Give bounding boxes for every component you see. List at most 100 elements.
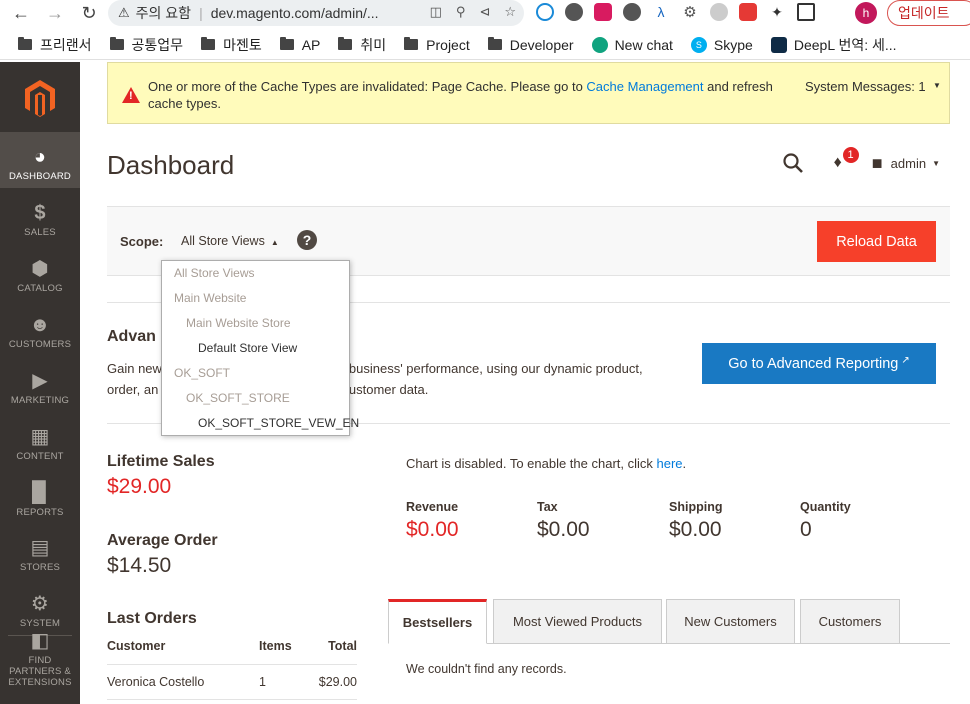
reload-icon[interactable]: ↻	[76, 0, 102, 26]
megaphone-icon: ▶	[32, 370, 48, 392]
sidebar-item-reports[interactable]: ▉ REPORTS	[0, 468, 80, 524]
cache-management-link[interactable]: Cache Management	[586, 79, 703, 94]
page-title: Dashboard	[107, 150, 235, 180]
dashboard-icon: ◕	[33, 146, 47, 168]
scope-option[interactable]: OK_SOFT_STORE_VEW_EN	[198, 416, 359, 430]
folder-icon	[109, 37, 124, 50]
extension-7-icon[interactable]	[710, 3, 728, 21]
back-arrow-icon[interactable]: ←	[8, 0, 34, 26]
average-order-value: $14.50	[107, 554, 172, 577]
zoom-icon[interactable]: ⚲	[456, 4, 466, 20]
skype-icon: S	[690, 36, 707, 53]
scope-option[interactable]: OK_SOFT_STORE	[186, 391, 290, 405]
scope-option[interactable]: Default Store View	[198, 341, 297, 355]
warning-icon: !	[122, 87, 140, 103]
bookmark-folder[interactable]: 프리랜서	[18, 35, 92, 55]
extensions-icon: ◧	[30, 630, 50, 652]
folder-icon	[404, 37, 419, 50]
lifetime-sales-label: Lifetime Sales	[107, 453, 215, 470]
tab-new-customers[interactable]: New Customers	[666, 599, 795, 644]
tab-bestsellers[interactable]: Bestsellers	[388, 599, 487, 644]
table-row[interactable]: Veronica Costello 1 $29.00	[107, 664, 357, 700]
forward-arrow-icon[interactable]: →	[42, 0, 68, 26]
profile-avatar[interactable]: h	[855, 2, 877, 24]
notifications-button[interactable]: ♦ 1	[833, 146, 860, 172]
average-order-label: Average Order	[107, 532, 218, 549]
last-orders-title: Last Orders	[107, 610, 197, 627]
advanced-reporting-button[interactable]: Go to Advanced Reporting ↗	[702, 343, 936, 384]
tax-total: Tax $0.00	[537, 500, 590, 541]
bookmark-star-icon[interactable]: ☆	[504, 4, 516, 20]
revenue-total: Revenue $0.00	[406, 500, 459, 541]
sidebar-item-customers[interactable]: ☻ CUSTOMERS	[0, 300, 80, 356]
main-content: ! One or more of the Cache Types are inv…	[80, 62, 970, 704]
folder-icon	[338, 37, 353, 50]
chevron-up-icon: ▲	[270, 238, 279, 247]
scope-option[interactable]: OK_SOFT	[174, 366, 230, 380]
enable-chart-link[interactable]: here	[657, 456, 683, 471]
extension-2-icon[interactable]	[565, 3, 583, 21]
address-bar[interactable]: ⚠ 주의 요함 | dev.magento.com/admin/... ◫ ⚲ …	[108, 0, 524, 26]
bookmark-folder[interactable]: Developer	[487, 37, 574, 53]
sidebar-item-catalog[interactable]: ⬢ CATALOG	[0, 244, 80, 300]
bookmark-link[interactable]: New chat	[591, 36, 673, 53]
sidebar-item-marketing[interactable]: ▶ MARKETING	[0, 356, 80, 412]
bookmark-folder[interactable]: 공통업무	[109, 35, 183, 55]
bell-icon: ♦	[833, 154, 842, 171]
admin-sidebar: ◕ DASHBOARD $ SALES ⬢ CATALOG ☻ CUSTOMER…	[0, 62, 80, 704]
store-icon: ▤	[30, 537, 50, 559]
bookmark-folder[interactable]: 마젠토	[201, 35, 262, 55]
update-button[interactable]: 업데이트	[887, 0, 970, 26]
scope-option[interactable]: Main Website Store	[186, 316, 291, 330]
sidebar-item-system[interactable]: ⚙ SYSTEM	[0, 579, 80, 635]
advanced-reporting-title: Advan	[107, 328, 156, 345]
folder-icon	[487, 37, 502, 50]
sidebar-item-find-partners[interactable]: ◧ FIND PARTNERS & EXTENSIONS	[0, 631, 80, 692]
puzzle-icon[interactable]: ✦	[768, 3, 786, 21]
gear-icon: ⚙	[30, 593, 50, 615]
bookmark-link[interactable]: DeepL 번역: 세...	[770, 35, 897, 55]
share-icon[interactable]: ⊲	[479, 4, 490, 20]
bookmark-folder[interactable]: 취미	[338, 35, 386, 55]
bookmark-folder[interactable]: Project	[404, 37, 470, 53]
extension-4-icon[interactable]	[623, 3, 641, 21]
layout-icon: ▦	[30, 426, 50, 448]
shipping-total: Shipping $0.00	[669, 500, 723, 541]
help-icon[interactable]: ?	[297, 230, 317, 250]
scope-label: Scope:	[120, 234, 164, 249]
tab-most-viewed-products[interactable]: Most Viewed Products	[493, 599, 662, 644]
bookmark-folder[interactable]: AP	[279, 37, 320, 53]
scope-dropdown-toggle[interactable]: All Store Views ▲	[181, 234, 279, 248]
extension-1-icon[interactable]	[536, 3, 554, 21]
system-messages-count[interactable]: System Messages: 1	[805, 79, 926, 94]
chevron-down-icon[interactable]: ▼	[933, 81, 941, 90]
dashboard-tabs: Bestsellers Most Viewed Products New Cus…	[388, 599, 950, 644]
admin-user-menu[interactable]: ■ admin ▼	[872, 153, 940, 174]
person-icon: ☻	[29, 314, 51, 336]
extension-8-icon[interactable]	[739, 3, 757, 21]
lifetime-sales-value: $29.00	[107, 475, 172, 498]
magento-logo-icon[interactable]	[22, 78, 58, 118]
external-link-icon: ↗	[901, 355, 910, 366]
bookmark-link[interactable]: S Skype	[690, 36, 753, 53]
sidebar-item-stores[interactable]: ▤ STORES	[0, 523, 80, 579]
side-panel-icon[interactable]	[797, 3, 815, 21]
search-icon[interactable]	[782, 152, 804, 174]
sidebar-item-dashboard[interactable]: ◕ DASHBOARD	[0, 132, 80, 188]
bar-chart-icon: ▉	[32, 482, 48, 504]
extension-6-icon[interactable]: ⚙	[681, 3, 699, 21]
tab-customers[interactable]: Customers	[800, 599, 900, 644]
folder-icon	[201, 37, 216, 50]
sidebar-item-sales[interactable]: $ SALES	[0, 188, 80, 244]
scope-option[interactable]: Main Website	[174, 291, 246, 305]
extension-5-icon[interactable]: λ	[652, 3, 670, 21]
scope-option[interactable]: All Store Views	[174, 266, 254, 280]
url-text: dev.magento.com/admin/...	[210, 5, 379, 21]
no-records-message: We couldn't find any records.	[406, 662, 567, 676]
folder-icon	[18, 37, 32, 50]
scope-dropdown-menu: All Store Views Main Website Main Websit…	[161, 260, 359, 436]
translate-icon[interactable]: ◫	[430, 4, 442, 20]
sidebar-item-content[interactable]: ▦ CONTENT	[0, 412, 80, 468]
reload-data-button[interactable]: Reload Data	[817, 221, 936, 262]
extension-3-icon[interactable]	[594, 3, 612, 21]
